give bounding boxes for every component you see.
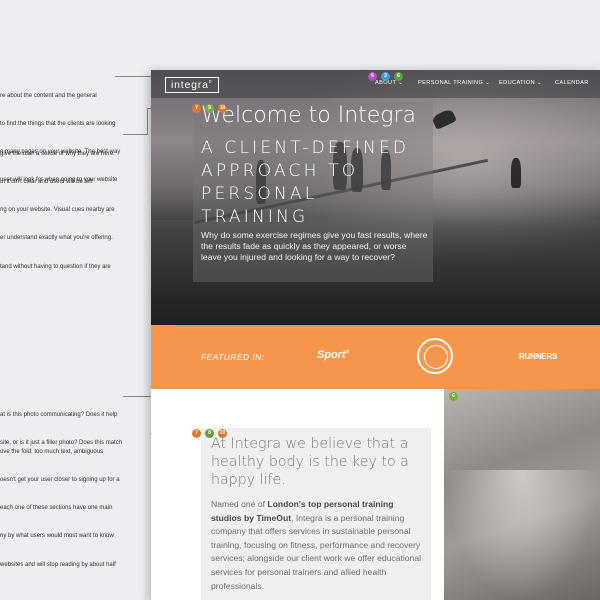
nav-item-label: PERSONAL TRAINING bbox=[418, 80, 484, 86]
annotation-line: to find the things that the clients are … bbox=[0, 121, 116, 128]
annotation-line: tand without having to question if they … bbox=[0, 263, 111, 270]
intro-body-text: , Integra is a personal training company… bbox=[211, 512, 422, 591]
marker-pin[interactable]: 9 bbox=[205, 104, 214, 113]
hero-figure bbox=[511, 158, 521, 188]
marker-pin[interactable]: 7 bbox=[192, 429, 201, 438]
brand-logo-runners[interactable]: RUNNERS bbox=[519, 352, 557, 361]
annotation-note-4: ove the fold: too much text, ambiguous o… bbox=[0, 429, 150, 580]
annotation-line: ut it isn't clear and users will be left bbox=[0, 179, 93, 186]
nav-item-personal-training[interactable]: PERSONAL TRAINING ⌄ bbox=[418, 80, 490, 86]
annotation-line: ny by what users would most want to know bbox=[0, 533, 114, 540]
hero-title: Welcome to Integra bbox=[201, 103, 417, 128]
annotation-line: oesn't get your user closer to signing u… bbox=[0, 477, 120, 484]
marker-pin[interactable]: 6 bbox=[368, 72, 377, 81]
marker-pin[interactable]: 10 bbox=[218, 429, 227, 438]
nav-item-label: CALENDAR bbox=[555, 80, 589, 86]
logo-mark-icon: o bbox=[208, 79, 213, 85]
nav-item-education[interactable]: EDUCATION ⌄ bbox=[499, 80, 542, 86]
site-logo[interactable]: integrao bbox=[165, 77, 220, 93]
annotation-line: er understand exactly what you're offeri… bbox=[0, 235, 113, 242]
hero-subtitle: A CLIENT-DEFINED APPROACH TO PERSONAL TR… bbox=[201, 138, 410, 227]
annotation-note-2: give the user a sense of why they are he… bbox=[0, 131, 150, 282]
hero-body: Why do some exercise regimes give you fa… bbox=[201, 230, 428, 263]
marker-pin[interactable]: 7 bbox=[192, 104, 201, 113]
brand-name: Sport bbox=[317, 349, 346, 361]
annotation-line: each one of these sections have one main bbox=[0, 505, 113, 512]
annotation-line: ng on your website. Visual cues nearby a… bbox=[0, 207, 115, 214]
annotation-line: give the user a sense of why they are he… bbox=[0, 150, 115, 157]
marker-pin[interactable]: 8 bbox=[205, 429, 214, 438]
nav-item-label: EDUCATION bbox=[499, 80, 536, 86]
mountain-mist bbox=[444, 470, 600, 600]
intro-body: Named one of London's top personal train… bbox=[211, 498, 426, 593]
marker-pin[interactable]: 6 bbox=[394, 72, 403, 81]
marker-pin[interactable]: 3 bbox=[381, 72, 390, 81]
timeout-seal-icon[interactable] bbox=[417, 338, 453, 374]
annotation-line: websites and will stop reading by about … bbox=[0, 561, 116, 568]
chevron-down-icon: ⌄ bbox=[485, 80, 491, 86]
chevron-down-icon: ⌄ bbox=[537, 80, 543, 86]
featured-label: FEATURED IN: bbox=[201, 352, 265, 362]
hero-jumping-figure bbox=[431, 108, 457, 130]
leader-line bbox=[123, 134, 147, 135]
featured-in-band: FEATURED IN: Sport® RUNNERS bbox=[151, 325, 600, 389]
intro-body-text: Named one of bbox=[211, 499, 268, 509]
leader-line bbox=[147, 108, 148, 135]
marker-pin[interactable]: 10 bbox=[218, 104, 227, 113]
marker-pin[interactable]: 6 bbox=[449, 392, 458, 401]
annotation-line: re about the content and the general bbox=[0, 92, 97, 99]
nav-item-calendar[interactable]: CALENDAR bbox=[555, 80, 589, 86]
website-preview: integrao ABOUT ⌄ PERSONAL TRAINING ⌄ EDU… bbox=[151, 70, 600, 600]
brand-logo-sport[interactable]: Sport® bbox=[317, 349, 349, 361]
belief-heading: At Integra we believe that a healthy bod… bbox=[211, 436, 409, 488]
annotation-line: at is this photo communicating? Does it … bbox=[0, 411, 118, 418]
annotation-line: ove the fold: too much text, ambiguous bbox=[0, 448, 104, 455]
site-logo-text: integra bbox=[171, 79, 209, 91]
